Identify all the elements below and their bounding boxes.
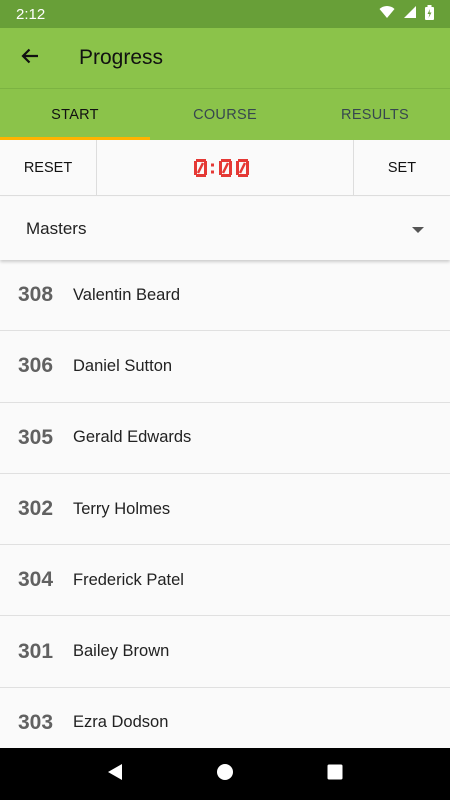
arrow-back-icon (20, 46, 40, 71)
list-item[interactable]: 303 Ezra Dodson (0, 688, 450, 748)
triangle-back-icon (107, 763, 123, 786)
participant-list: 308 Valentin Beard 306 Daniel Sutton 305… (0, 260, 450, 748)
participant-name: Valentin Beard (73, 285, 181, 304)
participant-name: Daniel Sutton (73, 356, 173, 375)
category-dropdown[interactable]: Masters (0, 197, 450, 260)
list-item[interactable]: 304 Frederick Patel (0, 545, 450, 617)
status-bar: 2:12 (0, 0, 450, 28)
nav-home-button[interactable] (205, 754, 245, 794)
set-button[interactable]: SET (353, 140, 450, 195)
dropdown-arrow-icon (412, 220, 424, 238)
category-selected: Masters (26, 218, 87, 238)
wifi-icon (379, 5, 395, 23)
tab-start-label: START (51, 106, 99, 123)
back-button[interactable] (0, 28, 60, 88)
list-item[interactable]: 302 Terry Holmes (0, 474, 450, 546)
circle-home-icon (216, 763, 234, 786)
timer-display (97, 140, 353, 195)
participant-name: Bailey Brown (73, 642, 170, 661)
timer-row: RESET SET (0, 140, 450, 196)
bib-number: 306 (18, 354, 54, 378)
reset-button[interactable]: RESET (0, 140, 97, 195)
timer-digits (194, 158, 249, 177)
status-icons (379, 4, 434, 24)
participant-name: Terry Holmes (73, 499, 171, 518)
list-item[interactable]: 306 Daniel Sutton (0, 331, 450, 403)
tab-course[interactable]: COURSE (150, 89, 300, 140)
participant-name: Ezra Dodson (73, 713, 169, 732)
nav-recents-button[interactable] (315, 754, 355, 794)
tab-course-label: COURSE (193, 106, 257, 123)
tab-results-label: RESULTS (341, 106, 409, 123)
list-item[interactable]: 301 Bailey Brown (0, 616, 450, 688)
bib-number: 302 (18, 497, 54, 521)
timer-colon-dot (211, 170, 214, 173)
nav-back-button[interactable] (95, 754, 135, 794)
square-recents-icon (327, 764, 343, 785)
participant-name: Frederick Patel (73, 570, 184, 589)
bib-number: 304 (18, 568, 54, 592)
page-title: Progress (79, 46, 164, 69)
signal-icon (403, 5, 417, 23)
tab-start[interactable]: START (0, 89, 150, 140)
app-bar: Progress (0, 28, 450, 88)
timer-digit (219, 158, 232, 177)
battery-icon (425, 4, 434, 24)
bib-number: 303 (18, 710, 54, 734)
tab-results[interactable]: RESULTS (300, 89, 450, 140)
bib-number: 301 (18, 639, 54, 663)
bib-number: 308 (18, 283, 54, 307)
tab-bar: START COURSE RESULTS (0, 88, 450, 140)
timer-colon-dot (211, 163, 214, 166)
timer-digit (236, 158, 249, 177)
participant-name: Gerald Edwards (73, 428, 192, 447)
status-time: 2:12 (16, 5, 46, 23)
system-nav-bar (0, 748, 450, 800)
list-item[interactable]: 305 Gerald Edwards (0, 403, 450, 474)
bib-number: 305 (18, 425, 54, 449)
timer-digit (194, 158, 207, 177)
list-item[interactable]: 308 Valentin Beard (0, 260, 450, 332)
